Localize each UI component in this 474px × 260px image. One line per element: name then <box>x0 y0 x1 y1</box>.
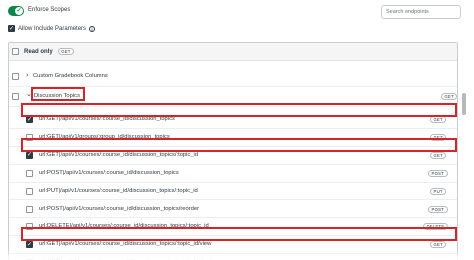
method-badge: GET <box>57 48 75 55</box>
method-badge: POST <box>428 205 448 213</box>
allow-include-parameters-checkbox[interactable]: ✓ <box>8 25 15 32</box>
group-checkbox[interactable] <box>12 73 19 80</box>
method-badge: GET <box>430 151 447 159</box>
endpoint-row[interactable]: url:POST|/api/v1/courses/:course_id/disc… <box>9 165 457 183</box>
endpoint-url: url:GET|/api/v1/courses/:course_id/discu… <box>39 151 199 158</box>
highlight-box <box>31 87 85 101</box>
allow-include-parameters-row: ✓ Allow Include Parameters i <box>8 25 96 32</box>
highlight-box <box>21 103 457 117</box>
highlight-box <box>21 138 457 152</box>
enforce-scopes-toggle[interactable]: ✓ <box>8 6 24 16</box>
endpoint-row[interactable]: url:PUT|/api/v1/courses/:course_id/discu… <box>9 183 457 201</box>
highlight-box <box>21 227 457 241</box>
endpoint-checkbox[interactable]: ✓ <box>26 151 33 159</box>
check-icon: ✓ <box>26 241 33 248</box>
scrollbar-thumb[interactable] <box>462 93 466 115</box>
group-label: Custom Gradebook Columns <box>33 73 108 79</box>
group-row-custom-gradebook-columns[interactable]: › Custom Gradebook Columns <box>9 67 457 87</box>
endpoint-checkbox[interactable] <box>26 187 33 195</box>
endpoint-checkbox[interactable] <box>26 169 33 177</box>
method-badge: PUT <box>430 187 447 195</box>
info-icon[interactable]: i <box>89 25 96 32</box>
endpoint-url: url:PUT|/api/v1/courses/:course_id/discu… <box>39 187 198 194</box>
check-icon: ✓ <box>8 25 15 32</box>
endpoint-url: url:POST|/api/v1/courses/:course_id/disc… <box>39 169 179 176</box>
endpoint-row[interactable]: url:POST|/api/v1/courses/:course_id/disc… <box>9 201 457 219</box>
chevron-right-icon[interactable]: › <box>26 72 28 79</box>
read-only-label: Read only <box>24 48 53 55</box>
endpoint-checkbox[interactable]: ✓ <box>26 241 33 249</box>
read-only-header: Read only GET <box>9 43 457 61</box>
check-icon: ✓ <box>15 7 23 15</box>
endpoint-checkbox[interactable]: ✓ <box>26 116 33 123</box>
group-checkbox[interactable] <box>12 93 19 100</box>
read-only-checkbox[interactable] <box>12 48 19 55</box>
endpoint-url: url:GET|/api/v1/courses/:course_id/discu… <box>39 241 212 248</box>
allow-include-parameters-label: Allow Include Parameters <box>18 25 87 32</box>
enforce-scopes-label: Enforce Scopes <box>28 7 71 13</box>
method-badge: POST <box>428 169 448 177</box>
endpoint-checkbox[interactable] <box>26 205 33 213</box>
scroll-fade <box>8 249 458 260</box>
check-icon: ✓ <box>26 152 33 159</box>
method-badge: GET <box>430 241 447 249</box>
check-icon: ✓ <box>26 116 33 123</box>
search-endpoints-input[interactable] <box>381 5 461 19</box>
endpoint-url: url:POST|/api/v1/courses/:course_id/disc… <box>39 205 200 212</box>
method-badge: GET <box>441 93 458 100</box>
method-badge: GET <box>430 116 447 123</box>
